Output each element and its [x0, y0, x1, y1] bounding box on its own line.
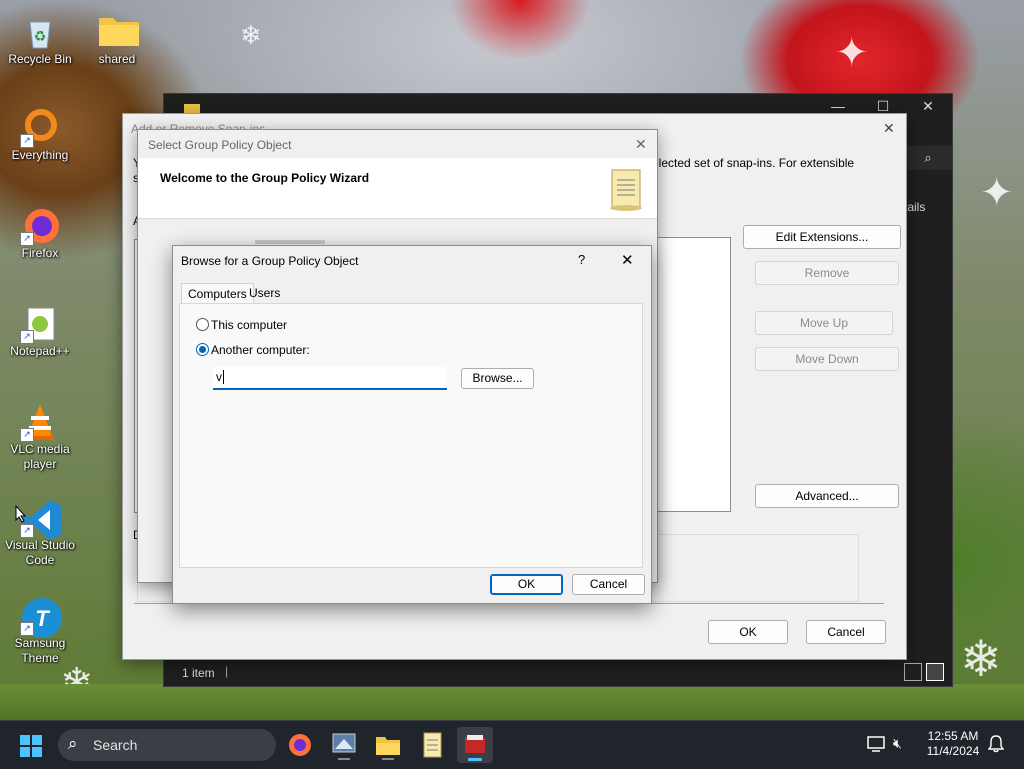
- shortcut-arrow-icon: ↗: [20, 622, 34, 636]
- selected-snapins-list[interactable]: [657, 237, 731, 512]
- taskbar-search-box[interactable]: ⌕ Search: [58, 729, 276, 761]
- status-divider: |: [225, 664, 229, 678]
- clock-time: 12:55 AM: [927, 729, 979, 743]
- move-up-button[interactable]: Move Up: [755, 311, 893, 335]
- advanced-button[interactable]: Advanced...: [755, 484, 899, 508]
- shortcut-arrow-icon: ↗: [20, 428, 34, 442]
- samsung-theme-icon: T ↗: [20, 596, 62, 638]
- taskbar-firefox-icon[interactable]: [282, 727, 318, 763]
- firefox-icon: ↗: [20, 206, 60, 246]
- clock-date: 11/4/2024: [926, 744, 980, 758]
- snowflake-decoration: ❄: [960, 631, 1002, 687]
- text-caret: [223, 370, 224, 384]
- details-view-icon[interactable]: [904, 663, 922, 681]
- folder-icon: [97, 12, 139, 52]
- start-windows-icon[interactable]: [20, 735, 42, 760]
- mouse-cursor-icon: [15, 504, 27, 526]
- browse-gpo-dialog[interactable]: Browse for a Group Policy Object ? ✕ Com…: [172, 245, 652, 604]
- taskbar: ⌕ Search 🔇︎ 12:55 AM 11/4/2024: [0, 720, 1024, 769]
- sparkle-decoration: ✦: [835, 31, 869, 75]
- cancel-button[interactable]: Cancel: [806, 620, 886, 644]
- recycle-bin-icon: ♻: [20, 12, 60, 52]
- edit-extensions-button[interactable]: Edit Extensions...: [743, 225, 901, 249]
- wizard-heading: Welcome to the Group Policy Wizard: [160, 171, 370, 185]
- details-label: tails: [904, 200, 926, 214]
- computer-name-input[interactable]: v: [213, 367, 447, 390]
- desktop-icon-notepadpp[interactable]: ↗ Notepad++: [0, 304, 80, 359]
- desktop-icon-recycle-bin[interactable]: ♻ Recycle Bin: [0, 12, 80, 67]
- computer-name-value: v: [216, 370, 222, 384]
- snowflake-decoration: ❄: [240, 20, 262, 50]
- radio-this-computer-label: This computer: [211, 318, 288, 332]
- notification-bell-icon[interactable]: [987, 735, 1005, 756]
- radio-this-computer[interactable]: [196, 318, 209, 331]
- dialog-title: Select Group Policy Object: [148, 138, 292, 152]
- radio-another-computer[interactable]: [196, 343, 209, 356]
- sparkle-decoration: ✦: [980, 171, 1014, 215]
- shortcut-arrow-icon: ↗: [20, 330, 34, 344]
- volume-muted-icon[interactable]: 🔇︎: [893, 735, 902, 752]
- desktop-icon-shared[interactable]: shared: [77, 12, 157, 67]
- tab-users[interactable]: Users: [243, 283, 286, 303]
- clock[interactable]: 12:55 AM 11/4/2024: [920, 729, 986, 759]
- close-button[interactable]: ✕: [906, 98, 950, 115]
- close-button[interactable]: ✕: [621, 251, 634, 269]
- pine-branches: [0, 684, 1024, 720]
- taskbar-file-explorer-icon[interactable]: [370, 727, 406, 763]
- shortcut-arrow-icon: ↗: [20, 232, 34, 246]
- desktop-icon-firefox[interactable]: ↗ Firefox: [0, 206, 80, 261]
- desktop-icon-vlc[interactable]: ↗ VLC media player: [0, 402, 80, 472]
- cancel-button[interactable]: Cancel: [572, 574, 645, 595]
- status-bar: 1 item |: [164, 660, 952, 686]
- desktop-icon-everything[interactable]: ↗ Everything: [0, 108, 80, 163]
- dialog-title: Browse for a Group Policy Object: [181, 254, 359, 268]
- help-button[interactable]: ?: [578, 252, 585, 267]
- tiles-view-icon[interactable]: [926, 663, 944, 681]
- tab-panel: This computer Another computer: v Browse…: [179, 303, 643, 568]
- notepadpp-icon: ↗: [20, 304, 60, 344]
- svg-text:T: T: [35, 606, 50, 631]
- taskbar-notepad-icon[interactable]: [414, 727, 450, 763]
- network-icon[interactable]: [866, 735, 886, 756]
- description-text: elected set of snap-ins. For extensible: [652, 156, 855, 170]
- browse-computer-button[interactable]: Browse...: [461, 368, 534, 389]
- item-count: 1 item: [182, 666, 215, 680]
- taskbar-mmc-icon[interactable]: [326, 727, 362, 763]
- radio-another-computer-label: Another computer:: [211, 343, 310, 357]
- vlc-cone-icon: ↗: [20, 402, 60, 442]
- search-placeholder: Search: [93, 737, 138, 753]
- shortcut-arrow-icon: ↗: [20, 134, 34, 148]
- search-icon[interactable]: ⌕: [904, 146, 952, 170]
- taskbar-gpo-icon[interactable]: [457, 727, 493, 763]
- ok-button[interactable]: OK: [708, 620, 788, 644]
- progress-strip: [255, 240, 325, 244]
- close-button[interactable]: ✕: [883, 120, 895, 137]
- remove-button[interactable]: Remove: [755, 261, 899, 285]
- desktop-icon-vscode[interactable]: ↗ Visual Studio Code: [0, 498, 80, 568]
- shortcut-arrow-icon: ↗: [20, 524, 34, 538]
- wizard-header: Welcome to the Group Policy Wizard: [138, 158, 657, 219]
- search-icon: ⌕: [68, 734, 78, 753]
- minimize-button[interactable]: —: [816, 98, 860, 114]
- everything-search-icon: ↗: [20, 108, 60, 148]
- scroll-document-icon: [606, 166, 646, 215]
- ok-button[interactable]: OK: [490, 574, 563, 595]
- move-down-button[interactable]: Move Down: [755, 347, 899, 371]
- svg-text:♻: ♻: [34, 28, 47, 44]
- close-button[interactable]: ✕: [635, 136, 647, 153]
- desktop-icon-samsung-theme[interactable]: T ↗ Samsung Theme: [0, 596, 80, 666]
